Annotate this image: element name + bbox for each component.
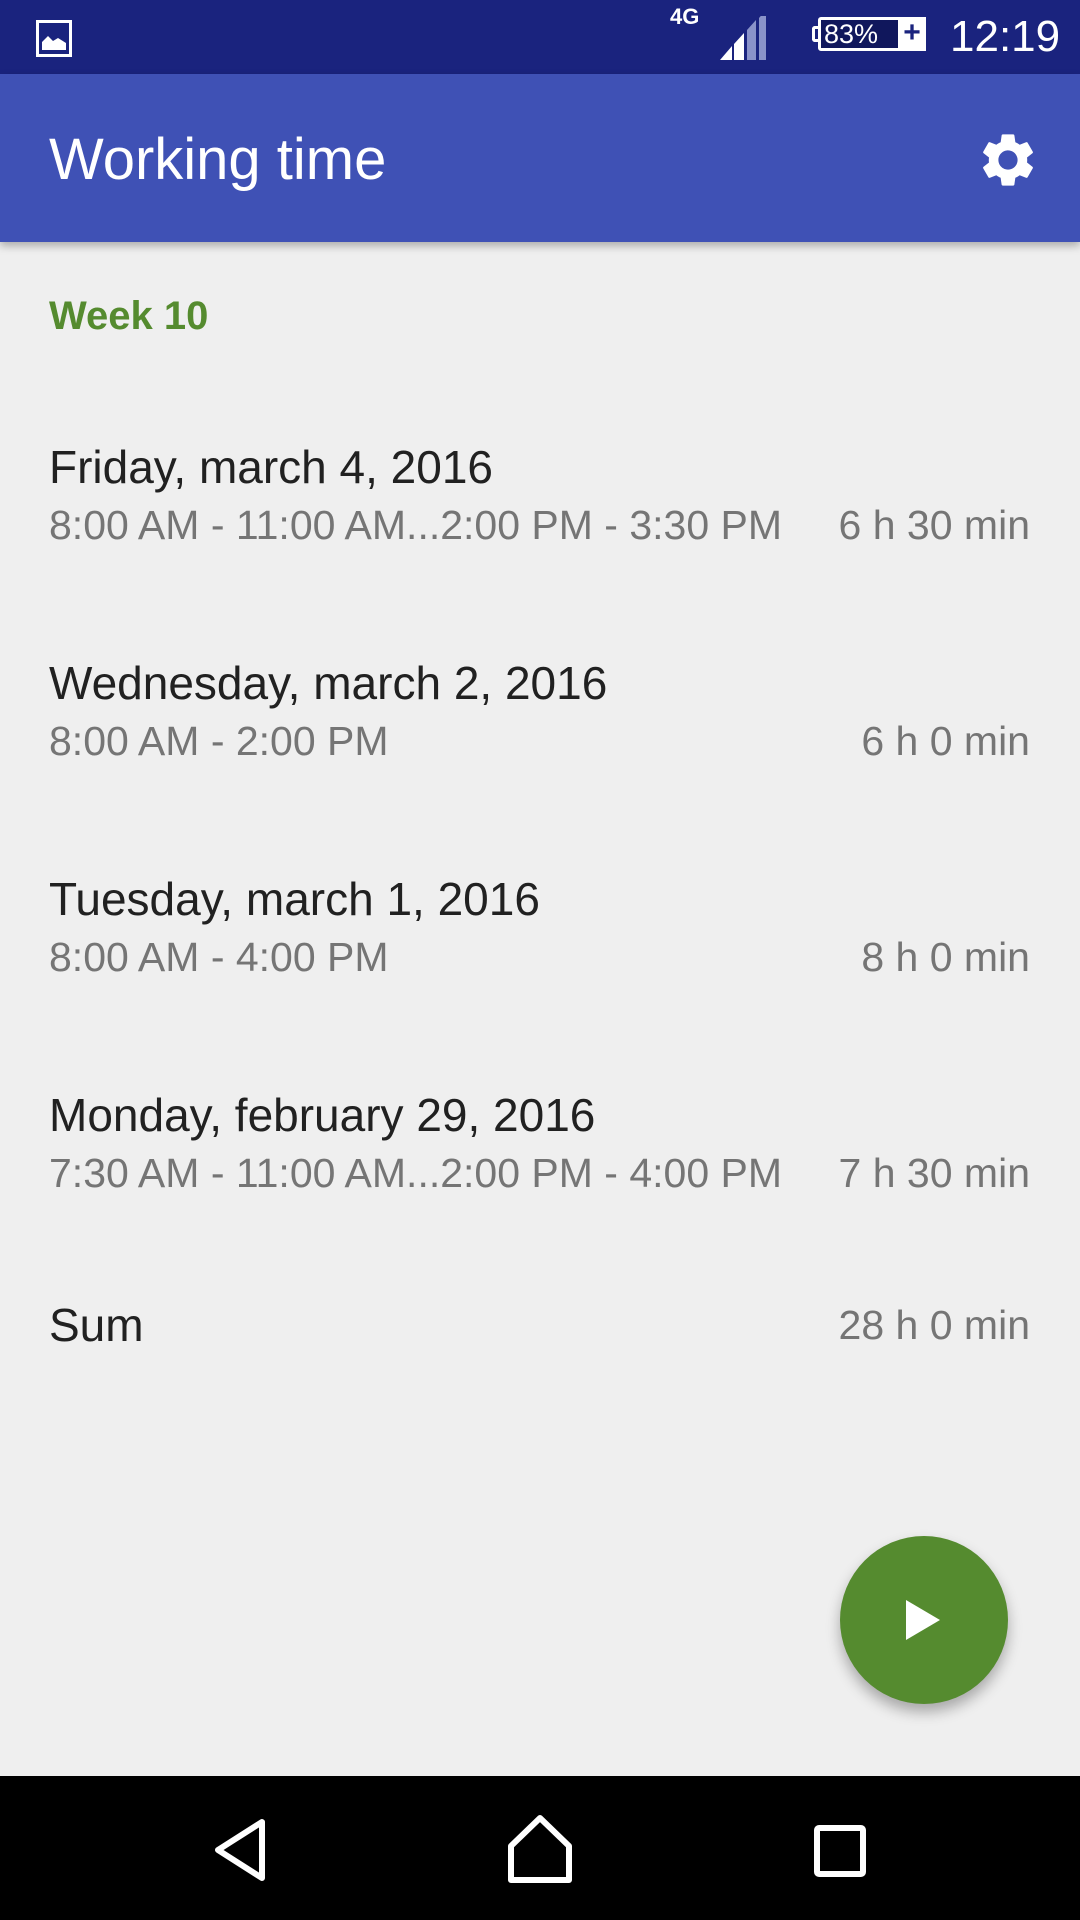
day-times: 8:00 AM - 4:00 PM: [49, 934, 389, 980]
page-title: Working time: [49, 127, 387, 192]
battery-indicator: 83% +: [812, 17, 926, 55]
day-times: 7:30 AM - 11:00 AM...2:00 PM - 4:00 PM: [49, 1150, 783, 1196]
recents-icon: [814, 1825, 866, 1877]
back-button[interactable]: [190, 1806, 290, 1896]
network-type: 4G: [670, 4, 700, 29]
day-title: Monday, february 29, 2016: [49, 1089, 596, 1141]
day-duration: 6 h 0 min: [861, 718, 1030, 764]
list-item[interactable]: Tuesday, march 1, 2016 8:00 AM - 4:00 PM…: [0, 872, 1080, 1052]
week-header: Week 10: [49, 294, 209, 338]
day-title: Wednesday, march 2, 2016: [49, 657, 608, 709]
clock: 12:19: [950, 12, 1061, 61]
gear-icon: [983, 134, 1033, 186]
day-times: 8:00 AM - 2:00 PM: [49, 718, 389, 764]
navigation-bar: [0, 1776, 1080, 1920]
cell-signal-icon: [720, 10, 770, 67]
day-duration: 6 h 30 min: [838, 502, 1030, 548]
settings-button[interactable]: [976, 128, 1040, 192]
start-timer-button[interactable]: [840, 1536, 1008, 1704]
list-item[interactable]: Monday, february 29, 2016 7:30 AM - 11:0…: [0, 1088, 1080, 1268]
sum-label: Sum: [49, 1299, 144, 1351]
list-item[interactable]: Friday, march 4, 2016 8:00 AM - 11:00 AM…: [0, 440, 1080, 620]
charging-icon: +: [898, 17, 926, 51]
sum-value: 28 h 0 min: [838, 1302, 1030, 1348]
battery-percent: 83%: [824, 19, 879, 49]
day-title: Tuesday, march 1, 2016: [49, 873, 540, 925]
home-button[interactable]: [490, 1806, 590, 1896]
list-item[interactable]: Wednesday, march 2, 2016 8:00 AM - 2:00 …: [0, 656, 1080, 836]
day-duration: 8 h 0 min: [861, 934, 1030, 980]
play-icon: [906, 1600, 940, 1640]
app-bar: Working time: [0, 74, 1080, 242]
status-bar: 4G 83% + 12:19: [0, 0, 1080, 74]
day-duration: 7 h 30 min: [838, 1150, 1030, 1196]
day-title: Friday, march 4, 2016: [49, 441, 494, 493]
back-icon: [215, 1819, 265, 1881]
home-icon: [508, 1815, 572, 1883]
day-times: 8:00 AM - 11:00 AM...2:00 PM - 3:30 PM: [49, 502, 783, 548]
recents-button[interactable]: [790, 1806, 890, 1896]
image-icon: [36, 20, 72, 57]
